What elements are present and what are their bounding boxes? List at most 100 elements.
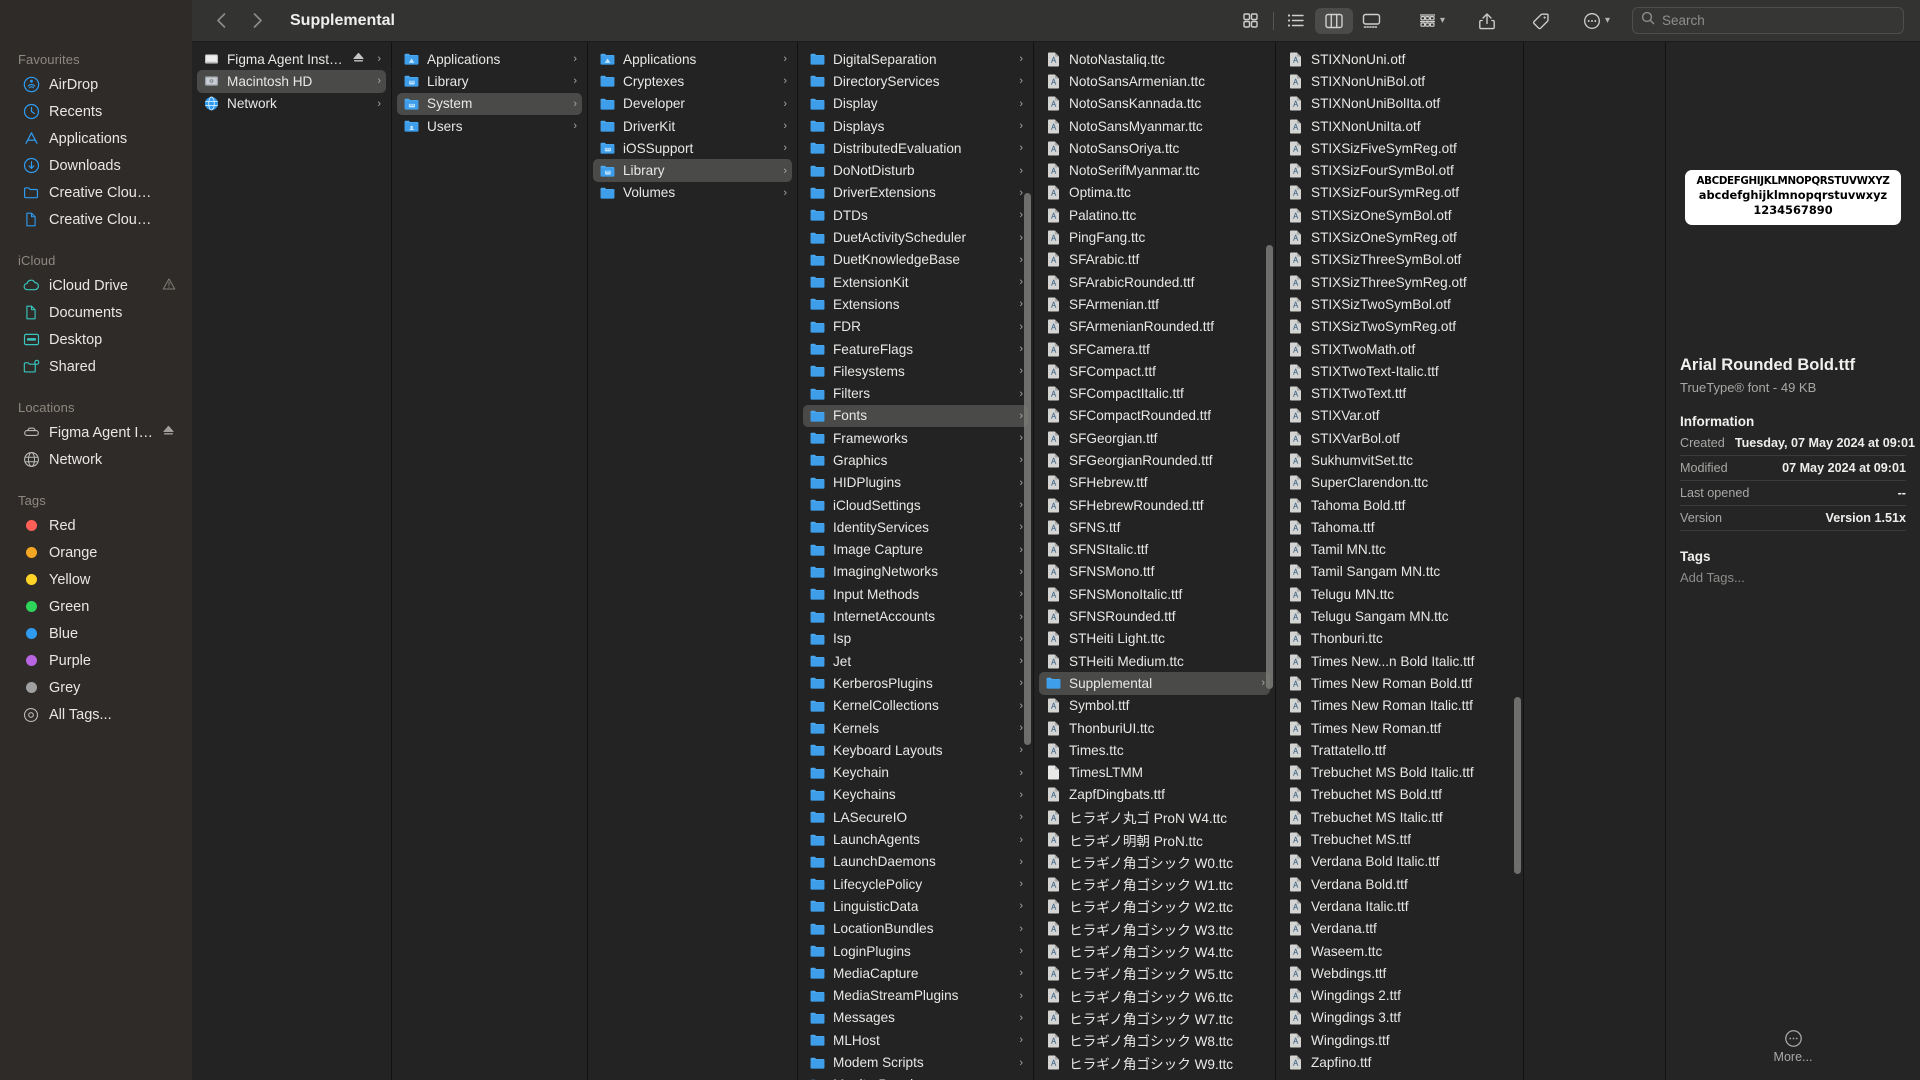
column-item[interactable]: Tahoma.ttf — [1281, 516, 1518, 538]
sidebar-item-creative-cloud-files[interactable]: Creative Cloud Files — [6, 206, 186, 233]
column-item[interactable]: LocationBundles › — [803, 918, 1028, 940]
column-item[interactable]: SFNSRounded.ttf — [1039, 605, 1270, 627]
column-item[interactable]: Image Capture › — [803, 539, 1028, 561]
column-item[interactable]: STIXVar.otf — [1281, 405, 1518, 427]
column-item[interactable]: Jet › — [803, 650, 1028, 672]
column-item[interactable]: Macintosh HD › — [197, 70, 386, 93]
column-item[interactable]: Supplemental › — [1039, 672, 1270, 695]
column-scrollbar[interactable] — [1514, 697, 1521, 874]
column-item[interactable]: DTDs › — [803, 204, 1028, 226]
column-item[interactable]: SFNSItalic.ttf — [1039, 539, 1270, 561]
column-item[interactable]: Verdana Italic.ttf — [1281, 895, 1518, 917]
list-view-button[interactable] — [1277, 8, 1315, 34]
column-item[interactable]: Telugu Sangam MN.ttc — [1281, 605, 1518, 627]
sidebar-item-green[interactable]: Green — [6, 593, 186, 620]
share-button[interactable] — [1473, 8, 1501, 34]
column-item[interactable]: Developer › — [593, 93, 792, 115]
column-item[interactable]: System › — [397, 92, 582, 115]
column-item[interactable]: Times New Roman Italic.ttf — [1281, 695, 1518, 717]
column-item[interactable]: Times New...n Bold Italic.ttf — [1281, 650, 1518, 672]
column-item[interactable]: STIXTwoText.ttf — [1281, 382, 1518, 404]
column-item[interactable]: Tahoma Bold.ttf — [1281, 494, 1518, 516]
column-item[interactable]: ヒラギノ角ゴシック W8.ttc — [1039, 1029, 1270, 1051]
column-item[interactable]: STIXVarBol.otf — [1281, 427, 1518, 449]
sidebar-item-figma-agent-inst[interactable]: Figma Agent Inst... — [6, 419, 186, 446]
column-item[interactable]: SFGeorgianRounded.ttf — [1039, 449, 1270, 471]
column-item[interactable]: Frameworks › — [803, 427, 1028, 449]
preview-more-button[interactable]: More... — [1666, 1029, 1920, 1064]
column-item[interactable]: DriverKit › — [593, 115, 792, 137]
column-item[interactable]: Applications › — [397, 48, 582, 70]
column-item[interactable]: Filesystems › — [803, 360, 1028, 382]
column-item[interactable]: LaunchAgents › — [803, 828, 1028, 850]
sidebar-item-shared[interactable]: Shared — [6, 353, 186, 380]
column-item[interactable]: STIXSizTwoSymBol.otf — [1281, 293, 1518, 315]
column-item[interactable]: SFArmenianRounded.ttf — [1039, 316, 1270, 338]
column-item[interactable]: SFNS.ttf — [1039, 516, 1270, 538]
preview-add-tags-field[interactable]: Add Tags... — [1680, 570, 1906, 585]
column-item[interactable]: TimesLTMM — [1039, 762, 1270, 784]
column-item[interactable]: Verdana Bold.ttf — [1281, 873, 1518, 895]
column-item[interactable]: MLHost › — [803, 1029, 1028, 1051]
column-item[interactable]: NotoSansOriya.ttc — [1039, 137, 1270, 159]
sidebar-item-recents[interactable]: Recents — [6, 98, 186, 125]
column-item[interactable]: LinguisticData › — [803, 895, 1028, 917]
column-item[interactable]: STIXTwoMath.otf — [1281, 338, 1518, 360]
column-item[interactable]: FDR › — [803, 316, 1028, 338]
column-item[interactable]: LoginPlugins › — [803, 940, 1028, 962]
column-item[interactable]: KerberosPlugins › — [803, 672, 1028, 694]
column-item[interactable]: NotoSansKannada.ttc — [1039, 93, 1270, 115]
sidebar-item-desktop[interactable]: Desktop — [6, 326, 186, 353]
column-item[interactable]: ヒラギノ丸ゴ ProN W4.ttc — [1039, 806, 1270, 828]
column-item[interactable]: STHeiti Medium.ttc — [1039, 650, 1270, 672]
column-item[interactable]: Cryptexes › — [593, 70, 792, 92]
column-item[interactable]: STIXSizOneSymReg.otf — [1281, 226, 1518, 248]
column-item[interactable]: SukhumvitSet.ttc — [1281, 449, 1518, 471]
sidebar-item-applications[interactable]: Applications — [6, 125, 186, 152]
column-item[interactable]: STIXNonUniIta.otf — [1281, 115, 1518, 137]
column-item[interactable]: Users › — [397, 115, 582, 137]
column-item[interactable]: Library › — [593, 159, 792, 182]
column-item[interactable]: Input Methods › — [803, 583, 1028, 605]
column-item[interactable]: DigitalSeparation › — [803, 48, 1028, 70]
column-item[interactable]: ヒラギノ角ゴシック W2.ttc — [1039, 895, 1270, 917]
column-item[interactable]: Keychain › — [803, 762, 1028, 784]
column-item[interactable]: LaunchDaemons › — [803, 851, 1028, 873]
column-item[interactable]: SFCamera.ttf — [1039, 338, 1270, 360]
column-item[interactable]: STHeiti Light.ttc — [1039, 628, 1270, 650]
column-item[interactable]: Applications › — [593, 48, 792, 70]
column-item[interactable]: Waseem.ttc — [1281, 940, 1518, 962]
column-item[interactable]: Times.ttc — [1039, 739, 1270, 761]
column-item[interactable]: SFHebrew.ttf — [1039, 472, 1270, 494]
column-item[interactable]: ヒラギノ角ゴシック W5.ttc — [1039, 962, 1270, 984]
column-item[interactable]: STIXSizFiveSymReg.otf — [1281, 137, 1518, 159]
column-item[interactable]: Isp › — [803, 628, 1028, 650]
column-item[interactable]: Verdana.ttf — [1281, 918, 1518, 940]
column-item[interactable]: Optima.ttc — [1039, 182, 1270, 204]
search-input[interactable] — [1662, 13, 1895, 28]
column-item[interactable]: IdentityServices › — [803, 516, 1028, 538]
column-item[interactable]: NotoSansMyanmar.ttc — [1039, 115, 1270, 137]
eject-icon[interactable] — [162, 424, 176, 441]
column-item[interactable]: Modem Scripts › — [803, 1051, 1028, 1073]
column-item[interactable]: Volumes › — [593, 182, 792, 204]
column-item[interactable]: DistributedEvaluation › — [803, 137, 1028, 159]
column-item[interactable]: SFCompactRounded.ttf — [1039, 405, 1270, 427]
column-item[interactable]: ヒラギノ角ゴシック W3.ttc — [1039, 918, 1270, 940]
more-actions-button[interactable]: ▾ — [1581, 8, 1612, 34]
column-item[interactable]: ヒラギノ角ゴシック W1.ttc — [1039, 873, 1270, 895]
column-item[interactable]: Telugu MN.ttc — [1281, 583, 1518, 605]
column-item[interactable]: Library › — [397, 70, 582, 92]
search-field[interactable] — [1632, 7, 1904, 34]
column-item[interactable]: Times New Roman.ttf — [1281, 717, 1518, 739]
column-item[interactable]: ThonburiUI.ttc — [1039, 717, 1270, 739]
column-item[interactable]: FeatureFlags › — [803, 338, 1028, 360]
sidebar-item-yellow[interactable]: Yellow — [6, 566, 186, 593]
sidebar-item-red[interactable]: Red — [6, 512, 186, 539]
column-item[interactable]: Keyboard Layouts › — [803, 739, 1028, 761]
column-item[interactable]: Tamil Sangam MN.ttc — [1281, 561, 1518, 583]
column-item[interactable]: SFHebrewRounded.ttf — [1039, 494, 1270, 516]
column-item[interactable]: Trebuchet MS Bold Italic.ttf — [1281, 762, 1518, 784]
column-item[interactable]: Kernels › — [803, 717, 1028, 739]
column-item[interactable]: ヒラギノ角ゴシック W6.ttc — [1039, 984, 1270, 1006]
